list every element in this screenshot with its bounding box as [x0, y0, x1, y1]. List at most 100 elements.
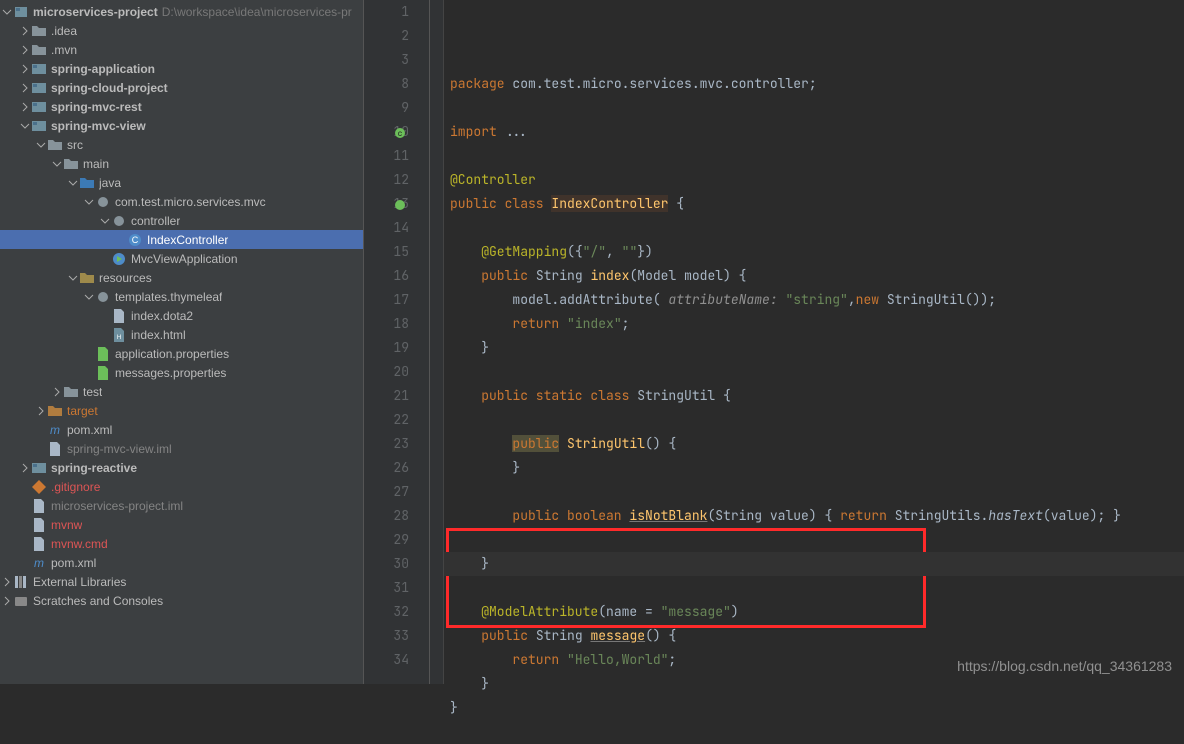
- chevron-down-icon[interactable]: [52, 159, 62, 169]
- tree-item[interactable]: index.dota2: [0, 306, 363, 325]
- line-number[interactable]: 9: [364, 96, 409, 120]
- chevron-right-icon[interactable]: [52, 387, 62, 397]
- code-line[interactable]: import ...: [450, 120, 1184, 144]
- line-number[interactable]: 34: [364, 648, 409, 672]
- tree-item[interactable]: spring-reactive: [0, 458, 363, 477]
- line-number[interactable]: 32: [364, 600, 409, 624]
- tree-item[interactable]: CIndexController: [0, 230, 363, 249]
- chevron-right-icon[interactable]: [20, 26, 30, 36]
- tree-item[interactable]: application.properties: [0, 344, 363, 363]
- code-line[interactable]: [450, 576, 1184, 600]
- line-number[interactable]: 14: [364, 216, 409, 240]
- tree-item[interactable]: spring-mvc-rest: [0, 97, 363, 116]
- code-line[interactable]: public boolean isNotBlank(String value) …: [450, 504, 1184, 528]
- line-gutter[interactable]: 1238910c11121314151617181920212223262728…: [364, 0, 430, 684]
- chevron-down-icon[interactable]: [68, 273, 78, 283]
- line-number[interactable]: 20: [364, 360, 409, 384]
- code-line[interactable]: [450, 144, 1184, 168]
- tree-item[interactable]: mpom.xml: [0, 420, 363, 439]
- chevron-down-icon[interactable]: [100, 216, 110, 226]
- line-number[interactable]: 3: [364, 48, 409, 72]
- code-line[interactable]: @ModelAttribute(name = "message"): [450, 600, 1184, 624]
- chevron-down-icon[interactable]: [36, 140, 46, 150]
- tree-item[interactable]: MvcViewApplication: [0, 249, 363, 268]
- code-line[interactable]: public static class StringUtil {: [450, 384, 1184, 408]
- line-number[interactable]: 10c: [364, 120, 409, 144]
- code-line[interactable]: package com.test.micro.services.mvc.cont…: [450, 72, 1184, 96]
- code-line[interactable]: return "index";: [450, 312, 1184, 336]
- chevron-right-icon[interactable]: [20, 463, 30, 473]
- line-number[interactable]: 23: [364, 432, 409, 456]
- tree-item[interactable]: spring-application: [0, 59, 363, 78]
- code-line[interactable]: [450, 408, 1184, 432]
- line-number[interactable]: 12: [364, 168, 409, 192]
- line-number[interactable]: 18: [364, 312, 409, 336]
- line-number[interactable]: 13: [364, 192, 409, 216]
- tree-item[interactable]: .gitignore: [0, 477, 363, 496]
- line-number[interactable]: 21: [364, 384, 409, 408]
- tree-item[interactable]: controller: [0, 211, 363, 230]
- external-libraries[interactable]: External Libraries: [0, 572, 363, 591]
- line-number[interactable]: 33: [364, 624, 409, 648]
- line-number[interactable]: 28: [364, 504, 409, 528]
- chevron-right-icon[interactable]: [2, 596, 12, 606]
- chevron-down-icon[interactable]: [84, 197, 94, 207]
- line-number[interactable]: 8: [364, 72, 409, 96]
- line-number[interactable]: 19: [364, 336, 409, 360]
- tree-root[interactable]: microservices-project D:\workspace\idea\…: [0, 2, 363, 21]
- code-line[interactable]: @Controller: [450, 168, 1184, 192]
- chevron-right-icon[interactable]: [36, 406, 46, 416]
- tree-item[interactable]: target: [0, 401, 363, 420]
- tree-item[interactable]: spring-mvc-view.iml: [0, 439, 363, 458]
- line-number[interactable]: 17: [364, 288, 409, 312]
- code-line[interactable]: public class IndexController {: [450, 192, 1184, 216]
- tree-item[interactable]: Hindex.html: [0, 325, 363, 344]
- chevron-right-icon[interactable]: [20, 45, 30, 55]
- line-number[interactable]: 11: [364, 144, 409, 168]
- tree-item[interactable]: mvnw.cmd: [0, 534, 363, 553]
- chevron-down-icon[interactable]: [20, 121, 30, 131]
- tree-item[interactable]: mvnw: [0, 515, 363, 534]
- line-number[interactable]: 30: [364, 552, 409, 576]
- tree-item[interactable]: messages.properties: [0, 363, 363, 382]
- chevron-down-icon[interactable]: [84, 292, 94, 302]
- tree-item[interactable]: .idea: [0, 21, 363, 40]
- code-line[interactable]: [450, 720, 1184, 744]
- line-number[interactable]: 31: [364, 576, 409, 600]
- code-line[interactable]: [450, 216, 1184, 240]
- tree-item[interactable]: java: [0, 173, 363, 192]
- fold-column[interactable]: [430, 0, 444, 684]
- line-number[interactable]: 27: [364, 480, 409, 504]
- line-number[interactable]: 29: [364, 528, 409, 552]
- tree-item[interactable]: templates.thymeleaf: [0, 287, 363, 306]
- tree-item[interactable]: com.test.micro.services.mvc: [0, 192, 363, 211]
- code-line[interactable]: public StringUtil() {: [450, 432, 1184, 456]
- line-number[interactable]: 15: [364, 240, 409, 264]
- code-line[interactable]: }: [450, 552, 1184, 576]
- line-number[interactable]: 16: [364, 264, 409, 288]
- tree-item[interactable]: src: [0, 135, 363, 154]
- code-line[interactable]: [450, 480, 1184, 504]
- chevron-right-icon[interactable]: [2, 577, 12, 587]
- code-line[interactable]: }: [450, 456, 1184, 480]
- project-tree[interactable]: microservices-project D:\workspace\idea\…: [0, 0, 364, 684]
- tree-item[interactable]: .mvn: [0, 40, 363, 59]
- tree-item[interactable]: spring-mvc-view: [0, 116, 363, 135]
- code-line[interactable]: [450, 360, 1184, 384]
- line-number[interactable]: 1: [364, 0, 409, 24]
- chevron-down-icon[interactable]: [2, 7, 12, 17]
- tree-item[interactable]: resources: [0, 268, 363, 287]
- line-number[interactable]: 2: [364, 24, 409, 48]
- code-line[interactable]: model.addAttribute( attributeName: "stri…: [450, 288, 1184, 312]
- line-number[interactable]: 22: [364, 408, 409, 432]
- tree-item[interactable]: main: [0, 154, 363, 173]
- chevron-right-icon[interactable]: [20, 83, 30, 93]
- code-line[interactable]: }: [450, 672, 1184, 696]
- scratches[interactable]: Scratches and Consoles: [0, 591, 363, 610]
- code-editor[interactable]: 1238910c11121314151617181920212223262728…: [364, 0, 1184, 684]
- code-area[interactable]: package com.test.micro.services.mvc.cont…: [444, 0, 1184, 684]
- chevron-right-icon[interactable]: [20, 64, 30, 74]
- line-number[interactable]: 26: [364, 456, 409, 480]
- code-line[interactable]: }: [450, 696, 1184, 720]
- code-line[interactable]: public String index(Model model) {: [450, 264, 1184, 288]
